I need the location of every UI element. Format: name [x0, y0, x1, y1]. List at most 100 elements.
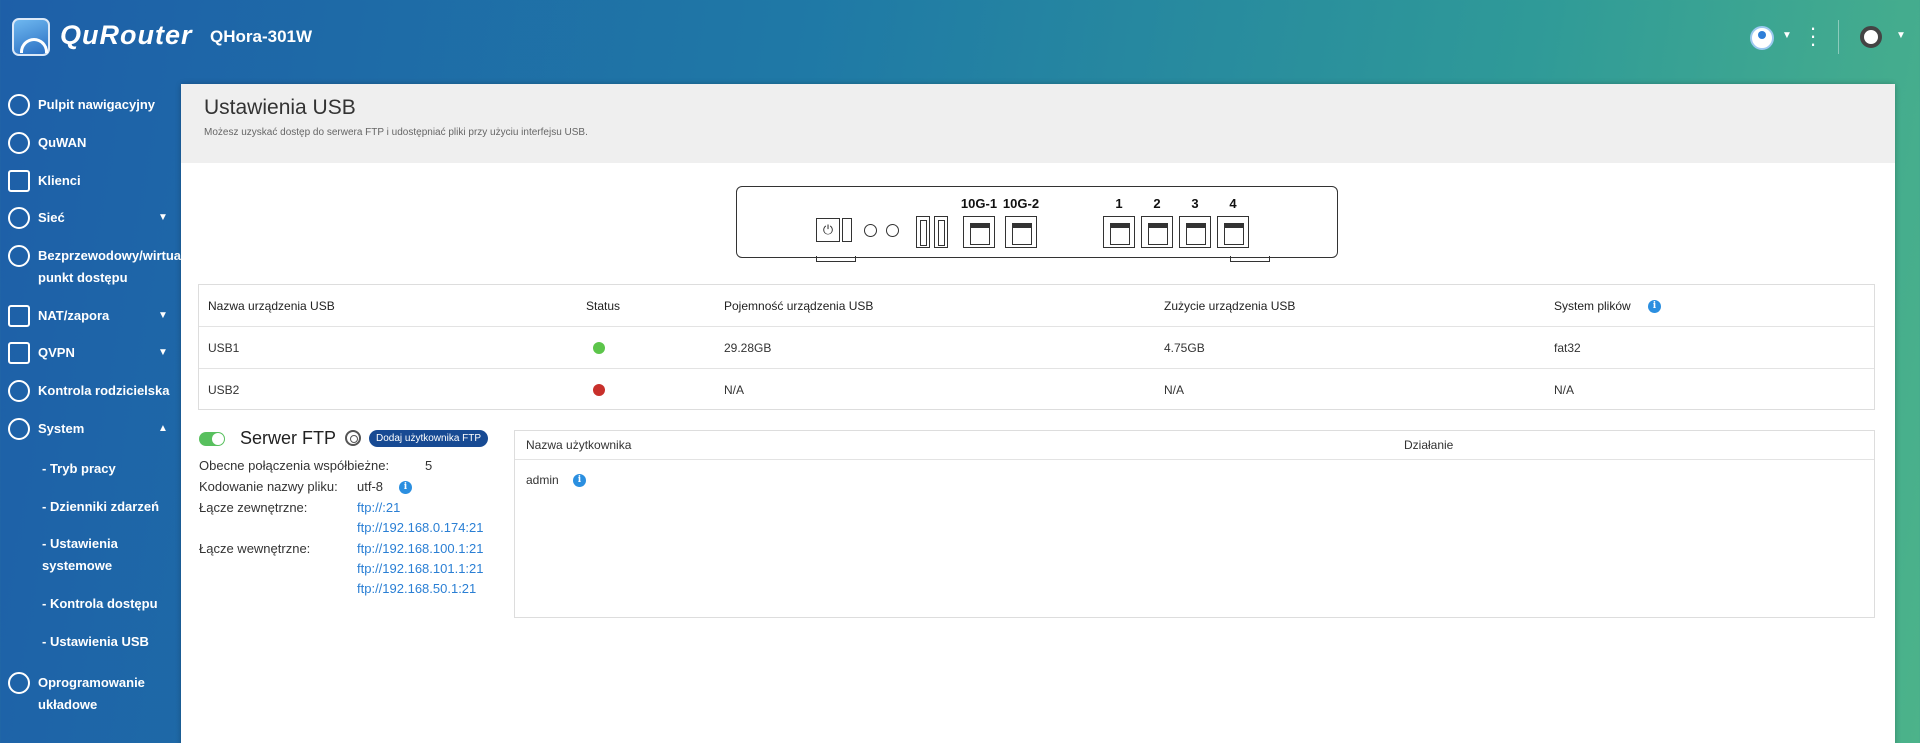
sidebar-item-label: QVPN	[38, 345, 75, 360]
port-label: 10G-1	[960, 196, 998, 211]
ftp-server-toggle[interactable]	[199, 432, 225, 446]
device-model: QHora-301W	[210, 27, 313, 46]
page-description: Możesz uzyskać dostęp do serwera FTP i u…	[204, 127, 588, 138]
internal-ftp-link[interactable]: ftp://192.168.50.1:21	[357, 581, 476, 596]
ftp-server-title: Serwer FTP	[240, 428, 337, 448]
add-ftp-user-button[interactable]: Dodaj użytkownika FTP	[369, 430, 489, 447]
parental-icon	[8, 380, 30, 402]
usb-usage: 4.75GB	[1164, 341, 1205, 355]
firewall-icon	[8, 305, 30, 327]
chevron-down-icon: ▼	[158, 212, 168, 223]
column-header: Pojemność urządzenia USB	[724, 299, 874, 313]
router-foot	[1230, 256, 1270, 262]
usb-port-icon	[916, 216, 930, 248]
wps-button-icon	[886, 224, 899, 237]
qurouter-logo-icon	[12, 18, 50, 56]
chevron-up-icon: ▲	[158, 423, 168, 434]
internal-ftp-link[interactable]: ftp://192.168.100.1:21	[357, 541, 484, 556]
sidebar-item-label-line2: punkt dostępu	[38, 270, 128, 285]
user-avatar-icon[interactable]	[1750, 26, 1774, 50]
encoding-info-icon[interactable]: i	[399, 479, 412, 495]
main-panel: Ustawienia USB Możesz uzyskać dostęp do …	[181, 84, 1895, 743]
column-header: Działanie	[1404, 438, 1454, 452]
sidebar-sub-access-control[interactable]: - Kontrola dostępu	[42, 593, 158, 615]
sidebar-item-label-line2: układowe	[38, 697, 98, 712]
column-header: System plików	[1554, 299, 1631, 313]
ftp-users-table: Nazwa użytkownika Działanie admin i	[514, 430, 1875, 618]
port-label: 2	[1153, 196, 1161, 211]
column-header: Status	[586, 299, 621, 313]
column-header: Zużycie urządzenia USB	[1164, 299, 1296, 313]
internal-ftp-link[interactable]: ftp://192.168.101.1:21	[357, 561, 484, 576]
wireless-icon	[8, 245, 30, 267]
sidebar-sub-operation-mode[interactable]: - Tryb pracy	[42, 458, 116, 480]
ethernet-port-icon	[1141, 216, 1173, 248]
usb-name: USB1	[208, 341, 240, 355]
usb-file-system: fat32	[1554, 341, 1581, 355]
dashboard-icon	[8, 94, 30, 116]
sidebar-item-label: Bezprzewodowy/wirtualny	[38, 248, 200, 263]
table-row: admin i	[515, 460, 1874, 500]
sidebar-sub-label-line2: systemowe	[42, 558, 113, 573]
external-link-label: Łącze zewnętrzne:	[199, 500, 308, 515]
reset-hole-icon	[864, 224, 877, 237]
network-globe-icon	[8, 207, 30, 229]
language-globe-icon[interactable]	[1860, 26, 1882, 48]
quwan-icon	[8, 132, 30, 154]
sidebar-sub-label: - Ustawienia	[42, 536, 118, 551]
usb-name: USB2	[208, 383, 240, 397]
sidebar-sub-system-settings[interactable]: - Ustawienia systemowe	[42, 533, 118, 577]
brand-name: QuRouter	[60, 20, 193, 50]
page-header: Ustawienia USB Możesz uzyskać dostęp do …	[181, 84, 1895, 163]
clients-icon	[8, 170, 30, 192]
more-vertical-icon[interactable]: · · ·	[1808, 17, 1818, 55]
concurrent-connections-value: 5	[425, 458, 433, 473]
port-label: 10G-2	[1002, 196, 1040, 211]
vpn-lock-icon	[8, 342, 30, 364]
status-dot	[593, 384, 605, 396]
external-ftp-link[interactable]: ftp://:21	[357, 500, 400, 515]
router-foot	[816, 256, 856, 262]
sidebar-item-label: Kontrola rodzicielska	[38, 383, 170, 398]
power-button-icon: ⏻	[816, 218, 840, 242]
sidebar-sub-usb-settings[interactable]: - Ustawienia USB	[42, 631, 149, 653]
header-divider	[1838, 20, 1839, 54]
usb-devices-table: Nazwa urządzenia USB Status Pojemność ur…	[198, 284, 1875, 410]
ethernet-port-icon	[963, 216, 995, 248]
sidebar-item-label: Pulpit nawigacyjny	[38, 97, 156, 112]
external-ftp-link[interactable]: ftp://192.168.0.174:21	[357, 520, 484, 535]
ftp-settings-gear-icon[interactable]	[345, 430, 361, 446]
top-bar: QuRouter QHora-301W ▼ · · · ▼	[0, 0, 1920, 76]
file-system-info-icon[interactable]: i	[1648, 285, 1661, 327]
column-header: Nazwa urządzenia USB	[208, 299, 335, 313]
port-label: 4	[1229, 196, 1237, 211]
table-row: USB1 29.28GB 4.75GB fat32	[199, 327, 1874, 369]
filename-encoding-label: Kodowanie nazwy pliku:	[199, 479, 338, 494]
sidebar-item-label: NAT/zapora	[38, 308, 110, 323]
table-header-row: Nazwa urządzenia USB Status Pojemność ur…	[199, 285, 1874, 327]
user-info-icon[interactable]: i	[573, 460, 586, 500]
usb-usage: N/A	[1164, 383, 1185, 397]
user-menu-chevron-icon[interactable]: ▼	[1782, 30, 1792, 41]
sidebar-item-label: System	[38, 421, 85, 436]
usb-capacity: N/A	[724, 383, 745, 397]
status-dot	[593, 342, 605, 354]
ethernet-port-icon	[1179, 216, 1211, 248]
ethernet-port-icon	[1103, 216, 1135, 248]
language-chevron-icon[interactable]: ▼	[1896, 30, 1906, 41]
filename-encoding-value: utf-8	[357, 479, 384, 494]
chevron-down-icon: ▼	[158, 347, 168, 358]
usb-file-system: N/A	[1554, 383, 1575, 397]
ethernet-port-icon	[1217, 216, 1249, 248]
firmware-icon	[8, 672, 30, 694]
ethernet-port-icon	[1005, 216, 1037, 248]
internal-link-label: Łącze wewnętrzne:	[199, 541, 311, 556]
sidebar-item-label: QuWAN	[38, 135, 87, 150]
table-row: USB2 N/A N/A N/A	[199, 369, 1874, 411]
sidebar-item-label: Oprogramowanie	[38, 675, 145, 690]
port-label: 3	[1191, 196, 1199, 211]
sidebar-sub-event-logs[interactable]: - Dzienniki zdarzeń	[42, 496, 159, 518]
ftp-username: admin	[526, 473, 559, 487]
port-label: 1	[1115, 196, 1123, 211]
sidebar-item-label: Klienci	[38, 173, 81, 188]
